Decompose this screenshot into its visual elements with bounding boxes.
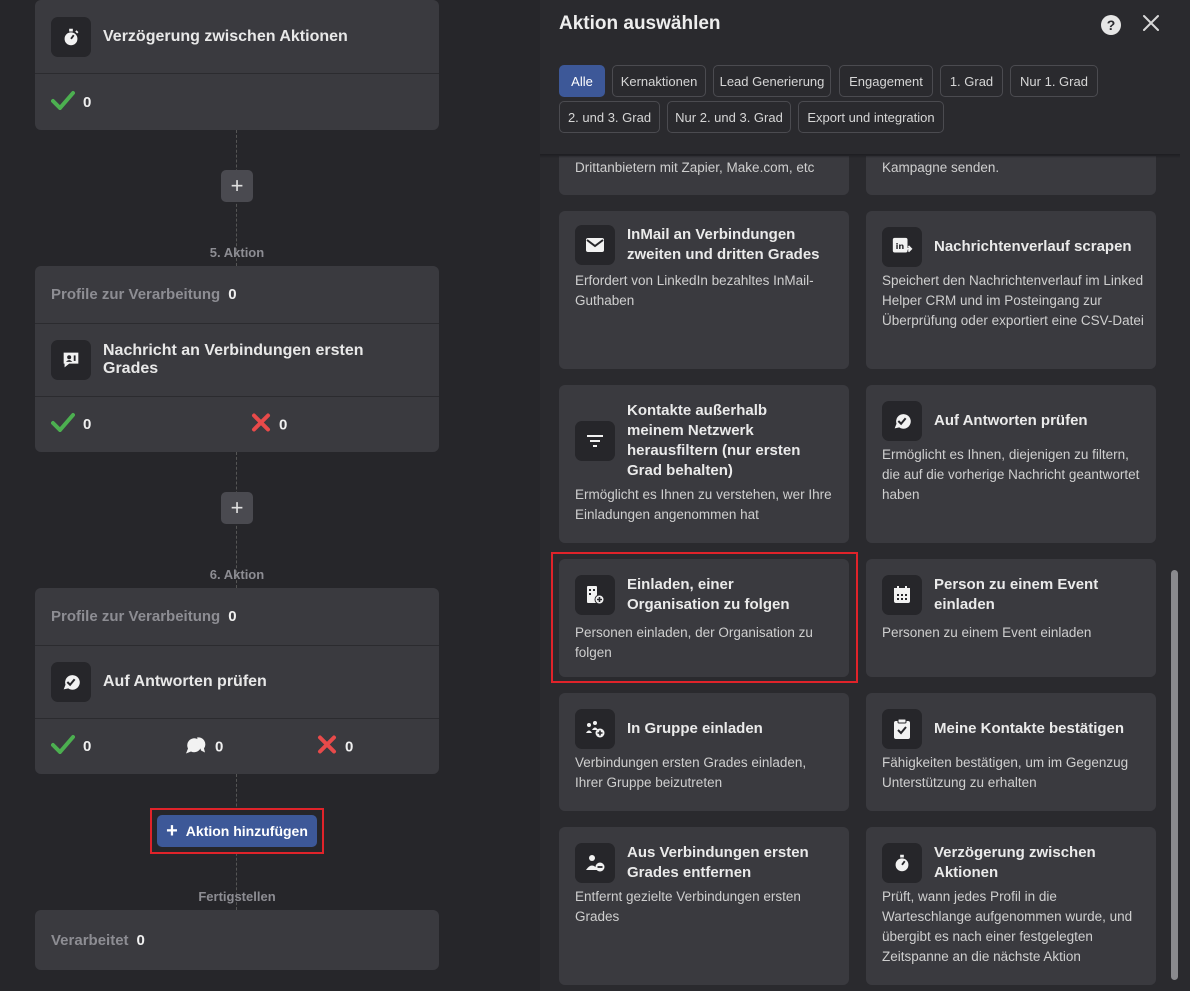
replied-count: 0 bbox=[215, 738, 224, 755]
tile-title: Verzögerung zwischen Aktionen bbox=[934, 844, 1096, 881]
action-tile-filter-out-network[interactable]: Kontakte außerhalb meinem Netzwerk herau… bbox=[559, 385, 849, 543]
tile-description: Verbindungen ersten Grades einladen, Ihr… bbox=[575, 755, 807, 790]
action-tile-partial[interactable]: Kampagne senden. bbox=[866, 156, 1156, 195]
failed-count: 0 bbox=[345, 738, 354, 755]
add-action-highlight: + Aktion hinzufügen bbox=[150, 808, 324, 854]
step-label: 6. Aktion bbox=[209, 567, 265, 582]
action-tile-scrape-messages[interactable]: in Nachrichtenverlauf scrapen Speichert … bbox=[866, 211, 1156, 369]
action-card-message[interactable]: Profile zur Verarbeitung 0 Nachricht an … bbox=[35, 266, 439, 452]
filter-chip-nur-2-3-grad[interactable]: Nur 2. und 3. Grad bbox=[667, 101, 791, 133]
scroll-shadow bbox=[540, 154, 1180, 158]
add-action-label: Aktion hinzufügen bbox=[185, 823, 308, 839]
filter-chip-export-integration[interactable]: Export und integration bbox=[798, 101, 944, 133]
insert-action-button[interactable]: + bbox=[221, 492, 253, 524]
tile-description: Personen zu einem Event einladen bbox=[882, 625, 1092, 640]
action-tile-remove-connection[interactable]: Aus Verbindungen ersten Grades entfernen… bbox=[559, 827, 849, 985]
check-icon bbox=[51, 90, 75, 115]
filter-icon bbox=[575, 421, 615, 461]
tile-description: Ermöglicht es Ihnen zu verstehen, wer Ih… bbox=[575, 487, 832, 522]
failed-count: 0 bbox=[279, 416, 288, 433]
tile-title: Aus Verbindungen ersten Grades entfernen bbox=[627, 844, 809, 881]
filter-chip-1-grad[interactable]: 1. Grad bbox=[940, 65, 1003, 97]
action-tile-delay[interactable]: Verzögerung zwischen Aktionen Prüft, wan… bbox=[866, 827, 1156, 985]
tile-description: Prüft, wann jedes Profil in die Wartesch… bbox=[882, 889, 1133, 964]
workflow-canvas: Verzögerung zwischen Aktionen 0 + 5. Akt… bbox=[0, 0, 480, 991]
tile-title: Person zu einem Event einladen bbox=[934, 576, 1099, 613]
tile-title: In Gruppe einladen bbox=[627, 720, 763, 737]
filter-chip-kernaktionen[interactable]: Kernaktionen bbox=[612, 65, 706, 97]
tile-description: Entfernt gezielte Verbindungen ersten Gr… bbox=[575, 889, 801, 924]
processed-label: Verarbeitet bbox=[51, 931, 129, 949]
action-title: Verzögerung zwischen Aktionen bbox=[103, 27, 348, 45]
add-action-button[interactable]: + Aktion hinzufügen bbox=[157, 815, 317, 847]
person-remove-icon bbox=[575, 843, 615, 883]
success-count: 0 bbox=[83, 738, 92, 755]
timer-icon bbox=[882, 843, 922, 883]
action-title: Nachricht an Verbindungen ersten Grades bbox=[103, 342, 364, 377]
tile-title: Auf Antworten prüfen bbox=[934, 412, 1088, 429]
processed-count: 0 bbox=[136, 931, 145, 949]
cross-icon bbox=[251, 412, 271, 437]
profiles-label: Profile zur Verarbeitung bbox=[51, 608, 221, 625]
tile-description: Drittanbietern mit Zapier, Make.com, etc bbox=[575, 160, 815, 175]
plus-icon: + bbox=[166, 820, 178, 842]
action-tile-invite-group[interactable]: In Gruppe einladen Verbindungen ersten G… bbox=[559, 693, 849, 811]
close-icon[interactable] bbox=[1140, 12, 1162, 34]
reply-bubble-icon bbox=[183, 733, 207, 760]
action-tile-partial[interactable]: Drittanbietern mit Zapier, Make.com, etc bbox=[559, 156, 849, 195]
check-icon bbox=[51, 412, 75, 437]
reply-check-icon bbox=[51, 662, 91, 702]
selection-highlight bbox=[551, 552, 858, 683]
success-count: 0 bbox=[83, 416, 92, 433]
insert-action-button[interactable]: + bbox=[221, 170, 253, 202]
tile-description: Speichert den Nachrichtenverlauf im Link… bbox=[882, 273, 1144, 328]
tile-title: InMail an Verbindungen zweiten und dritt… bbox=[627, 226, 820, 263]
action-tile-invite-event[interactable]: Person zu einem Event einladen Personen … bbox=[866, 559, 1156, 677]
filter-chip-2-3-grad[interactable]: 2. und 3. Grad bbox=[559, 101, 660, 133]
finish-card: Verarbeitet 0 bbox=[35, 910, 439, 970]
step-label: Fertigstellen bbox=[198, 889, 276, 904]
scrollbar[interactable] bbox=[1171, 570, 1178, 980]
help-icon[interactable]: ? bbox=[1101, 15, 1121, 35]
group-add-icon bbox=[575, 709, 615, 749]
filter-chip-engagement[interactable]: Engagement bbox=[839, 65, 933, 97]
calendar-icon bbox=[882, 575, 922, 615]
profiles-count: 0 bbox=[228, 608, 237, 625]
action-tile-inmail[interactable]: InMail an Verbindungen zweiten und dritt… bbox=[559, 211, 849, 369]
timer-icon bbox=[51, 16, 91, 57]
tile-description: Ermöglicht es Ihnen, diejenigen zu filte… bbox=[882, 447, 1140, 502]
action-title: Auf Antworten prüfen bbox=[103, 673, 267, 690]
mail-icon bbox=[575, 225, 615, 265]
action-tile-endorse-contacts[interactable]: Meine Kontakte bestätigen Fähigkeiten be… bbox=[866, 693, 1156, 811]
action-tile-check-replies[interactable]: Auf Antworten prüfen Ermöglicht es Ihnen… bbox=[866, 385, 1156, 543]
tile-description: Fähigkeiten bestätigen, um im Gegenzug U… bbox=[882, 755, 1129, 790]
action-picker-panel: Aktion auswählen ? Alle Kernaktionen Lea… bbox=[540, 0, 1190, 991]
action-card-check-replies[interactable]: Profile zur Verarbeitung 0 Auf Antworten… bbox=[35, 588, 439, 774]
profiles-count: 0 bbox=[228, 286, 237, 303]
tile-description: Erfordert von LinkedIn bezahltes InMail-… bbox=[575, 273, 814, 308]
check-icon bbox=[51, 734, 75, 759]
reply-check-icon bbox=[882, 401, 922, 441]
linkedin-scrape-icon: in bbox=[882, 227, 922, 267]
chat-person-icon bbox=[51, 340, 91, 380]
tile-title: Nachrichtenverlauf scrapen bbox=[934, 238, 1132, 255]
tile-description: Kampagne senden. bbox=[882, 160, 1000, 175]
tile-title: Kontakte außerhalb meinem Netzwerk herau… bbox=[627, 402, 801, 479]
filter-chip-alle[interactable]: Alle bbox=[559, 65, 605, 97]
step-label: 5. Aktion bbox=[209, 245, 265, 260]
profiles-label: Profile zur Verarbeitung bbox=[51, 286, 221, 303]
success-count: 0 bbox=[83, 93, 92, 111]
panel-title: Aktion auswählen bbox=[559, 13, 721, 34]
cross-icon bbox=[317, 734, 337, 759]
action-card-delay[interactable]: Verzögerung zwischen Aktionen 0 bbox=[35, 0, 439, 130]
tile-title: Meine Kontakte bestätigen bbox=[934, 720, 1125, 737]
svg-text:in: in bbox=[896, 241, 905, 251]
filter-chip-lead-generierung[interactable]: Lead Generierung bbox=[713, 65, 831, 97]
clipboard-check-icon bbox=[882, 709, 922, 749]
filter-chip-nur-1-grad[interactable]: Nur 1. Grad bbox=[1010, 65, 1098, 97]
